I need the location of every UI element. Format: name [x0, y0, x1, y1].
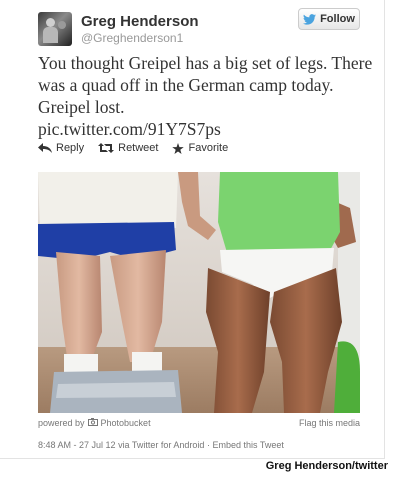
reply-label: Reply — [56, 142, 85, 154]
timestamp[interactable]: 8:48 AM - 27 Jul 12 — [38, 440, 116, 450]
follow-label: Follow — [320, 13, 355, 25]
tweet-photo[interactable] — [38, 172, 360, 413]
tweet-media-link[interactable]: pic.twitter.com/91Y7S7ps — [38, 118, 373, 140]
powered-by: powered by Photobucket — [38, 418, 151, 428]
flag-media-link[interactable]: Flag this media — [299, 418, 360, 428]
author-avatar[interactable] — [38, 12, 72, 46]
reply-icon — [38, 143, 52, 153]
author-screen-name[interactable]: @Greghenderson1 — [81, 31, 183, 45]
camera-icon — [87, 418, 98, 428]
embed-tweet-link[interactable]: Embed this Tweet — [212, 440, 283, 450]
tweet-actions: Reply Retweet Favorite — [38, 142, 228, 154]
legs-photo-illustration — [38, 172, 360, 413]
photo-credit: Greg Henderson/twitter — [265, 460, 388, 472]
provider-name[interactable]: Photobucket — [101, 418, 151, 428]
retweet-icon — [98, 143, 115, 153]
favorite-label: Favorite — [188, 142, 229, 154]
favorite-button[interactable]: Favorite — [172, 142, 228, 154]
powered-by-label: powered by — [38, 418, 85, 428]
twitter-bird-icon — [303, 13, 317, 25]
author-display-name[interactable]: Greg Henderson — [81, 13, 199, 30]
via-client: via Twitter for Android — [118, 440, 205, 450]
retweet-label: Retweet — [118, 142, 159, 154]
reply-button[interactable]: Reply — [38, 142, 84, 154]
star-icon — [172, 142, 185, 154]
meta-separator: · — [206, 440, 210, 450]
tweet-card: Greg Henderson @Greghenderson1 Follow Yo… — [0, 0, 385, 459]
tweet-text-block: You thought Greipel has a big set of leg… — [38, 52, 373, 140]
retweet-button[interactable]: Retweet — [98, 142, 158, 154]
follow-button[interactable]: Follow — [298, 8, 360, 30]
tweet-text: You thought Greipel has a big set of leg… — [38, 53, 373, 117]
tweet-meta: 8:48 AM - 27 Jul 12 via Twitter for Andr… — [38, 440, 284, 450]
